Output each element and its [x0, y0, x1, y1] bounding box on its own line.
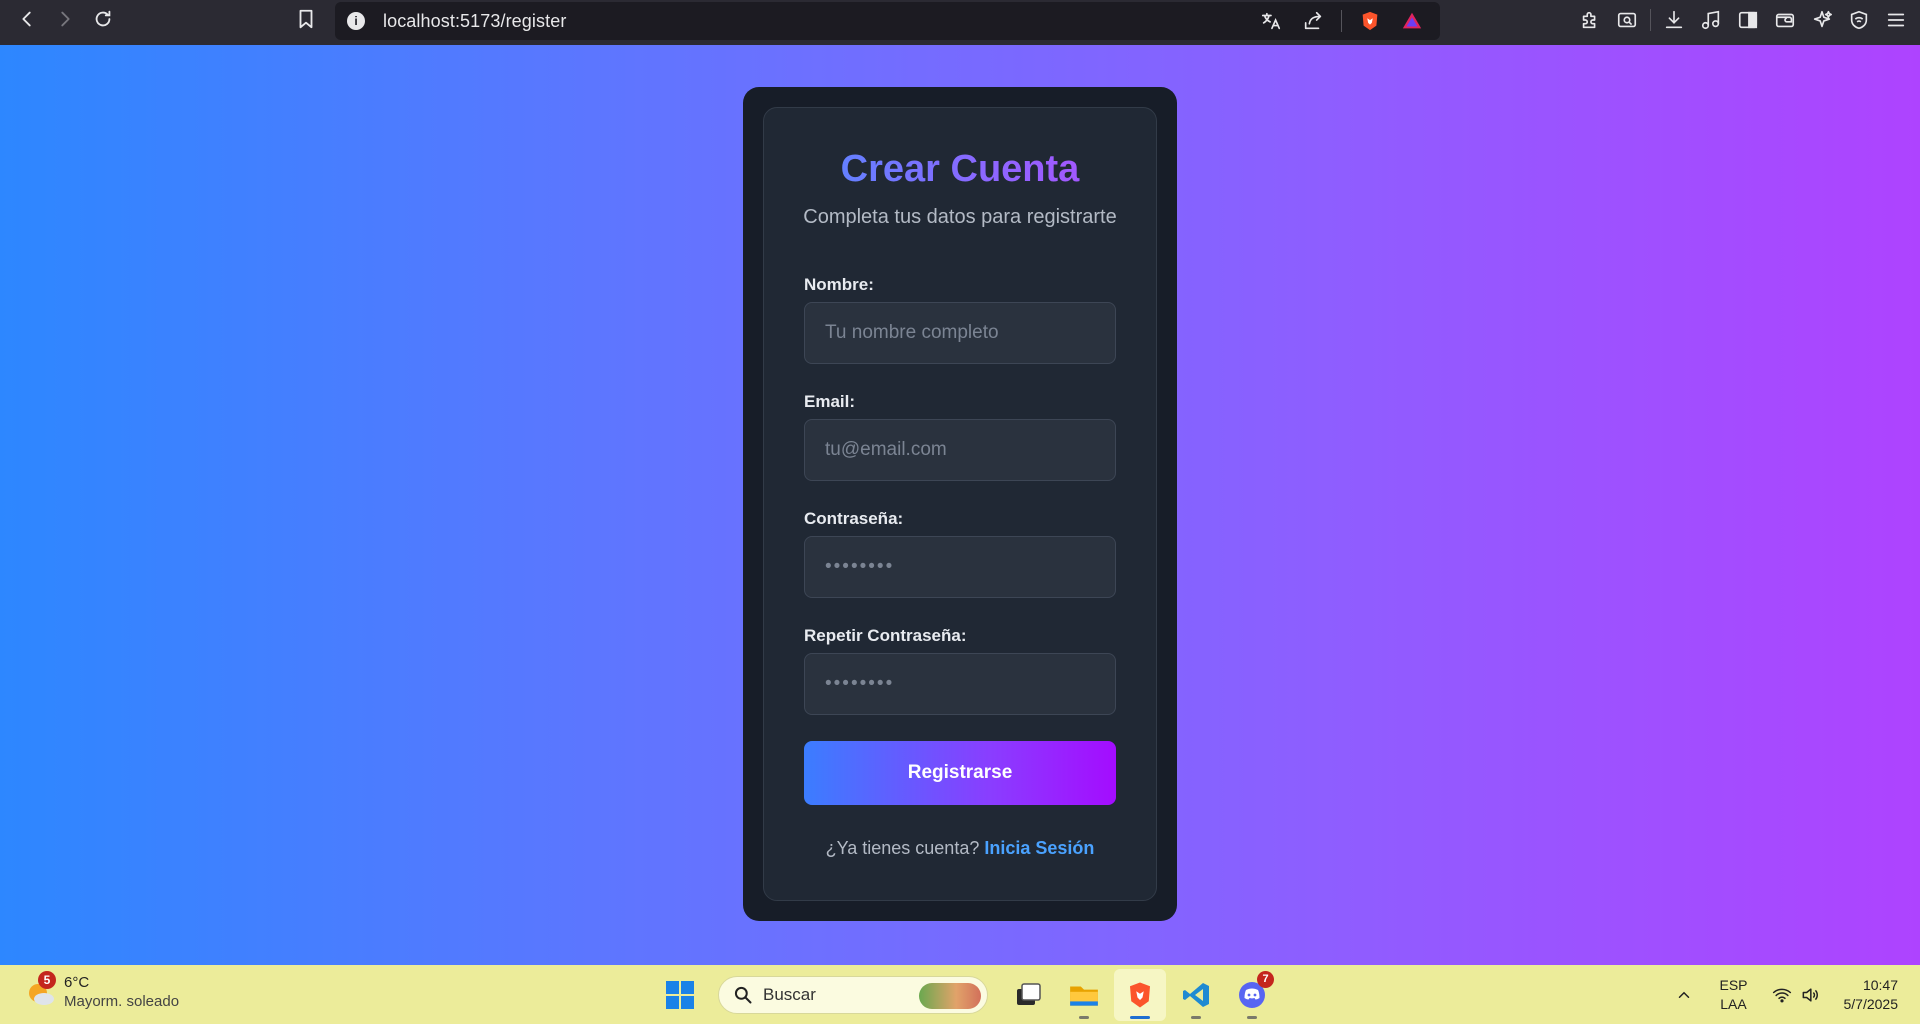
weather-widget[interactable]: 5 6°C Mayorm. soleado [24, 971, 179, 1011]
url-text[interactable]: localhost:5173/register [383, 11, 566, 32]
discord-button[interactable]: 7 [1226, 969, 1278, 1021]
brave-shields-icon [1362, 11, 1378, 31]
extensions-button[interactable] [1576, 6, 1604, 34]
info-icon[interactable]: i [347, 12, 365, 30]
translate-button[interactable] [1257, 7, 1285, 35]
password-label: Contraseña: [804, 509, 904, 528]
back-icon [22, 11, 31, 27]
name-input[interactable] [804, 302, 1116, 364]
system-tray: ESP LAA 10:47 5/7/2025 [1669, 965, 1920, 1024]
brave-browser-icon [1130, 982, 1150, 1007]
sidebar-button[interactable] [1734, 6, 1762, 34]
network-volume-button[interactable] [1772, 985, 1820, 1005]
clock[interactable]: 10:47 5/7/2025 [1844, 976, 1899, 1014]
active-indicator [1130, 1015, 1150, 1019]
bookmark-icon [299, 9, 313, 29]
page-background: Crear Cuenta Completa tus datos para reg… [0, 45, 1920, 965]
clock-date: 5/7/2025 [1843, 995, 1899, 1012]
media-icon [1701, 10, 1720, 30]
keyboard-layout: LAA [1720, 995, 1747, 1012]
vscode-icon [1183, 982, 1209, 1007]
bookmark-button[interactable] [287, 0, 325, 38]
running-indicator [1247, 1015, 1257, 1019]
download-icon [1665, 10, 1683, 29]
form-title: Crear Cuenta [764, 148, 1156, 191]
taskbar-center: Buscar 7 [660, 965, 1278, 1024]
forward-button[interactable] [46, 0, 84, 38]
search-icon [734, 986, 752, 1003]
language-indicator[interactable]: ESP LAA [1719, 976, 1747, 1014]
file-explorer-button[interactable] [1058, 969, 1110, 1021]
running-indicator [1191, 1015, 1201, 1019]
share-button[interactable] [1299, 7, 1327, 35]
share-icon [1304, 11, 1322, 30]
weather-badge: 5 [38, 971, 56, 989]
reload-icon [95, 10, 111, 27]
repeat-password-label: Repetir Contraseña: [804, 626, 967, 645]
show-hidden-icons-button[interactable] [1669, 980, 1699, 1010]
weather-icon: 5 [24, 971, 58, 1009]
email-label: Email: [804, 392, 856, 411]
login-prompt-text: ¿Ya tienes cuenta? [825, 838, 980, 858]
weather-text: 6°C Mayorm. soleado [64, 973, 179, 1011]
task-view-icon [1017, 982, 1041, 1005]
start-button[interactable] [660, 975, 700, 1015]
file-explorer-icon [1070, 985, 1098, 1006]
taskbar: 5 6°C Mayorm. soleado Buscar 7 ESP LAA 1… [0, 965, 1920, 1024]
weather-temp: 6°C [64, 974, 90, 991]
clock-time: 10:47 [1862, 976, 1898, 993]
leo-ai-icon [1813, 10, 1832, 28]
discord-badge: 7 [1257, 970, 1274, 988]
name-label: Nombre: [804, 275, 874, 294]
language-code: ESP [1719, 976, 1748, 993]
reload-button[interactable] [84, 0, 122, 38]
register-form: Crear Cuenta Completa tus datos para reg… [763, 107, 1157, 901]
divider [1341, 10, 1342, 32]
login-prompt: ¿Ya tienes cuenta? Inicia Sesión [764, 838, 1156, 859]
screenshot-button[interactable] [1613, 6, 1641, 34]
register-button[interactable]: Registrarse [804, 741, 1116, 805]
form-subtitle: Completa tus datos para registrarte [803, 206, 1117, 228]
password-input[interactable] [804, 536, 1116, 598]
windows-start-icon [666, 980, 694, 1009]
screenshot-icon [1617, 12, 1637, 28]
address-bar[interactable]: i localhost:5173/register [335, 2, 1440, 40]
browser-toolbar: i localhost:5173/register [0, 0, 1920, 45]
brave-browser-button[interactable] [1114, 968, 1166, 1021]
volume-icon [1802, 987, 1818, 1002]
leo-ai-button[interactable] [1808, 6, 1836, 34]
media-button[interactable] [1697, 6, 1725, 34]
back-button[interactable] [8, 0, 46, 38]
search-label: Buscar [763, 984, 816, 1004]
address-bar-actions [1257, 2, 1426, 40]
running-indicator [1079, 1015, 1089, 1019]
divider [1650, 9, 1651, 31]
task-view-button[interactable] [1002, 969, 1054, 1021]
brave-rewards-button[interactable] [1398, 7, 1426, 35]
email-input[interactable] [804, 419, 1116, 481]
menu-icon [1887, 13, 1905, 27]
chevron-up-icon [1679, 991, 1690, 998]
vpn-button[interactable] [1845, 6, 1873, 34]
repeat-password-input[interactable] [804, 653, 1116, 715]
wallet-button[interactable] [1771, 6, 1799, 34]
taskbar-search[interactable]: Buscar [718, 975, 988, 1014]
extensions-icon [1582, 11, 1596, 29]
brave-rewards-icon [1402, 12, 1422, 29]
vpn-icon [1850, 10, 1868, 30]
register-card: Crear Cuenta Completa tus datos para reg… [743, 87, 1177, 921]
wifi-icon [1772, 988, 1791, 1002]
wallet-icon [1775, 13, 1795, 28]
menu-button[interactable] [1882, 6, 1910, 34]
download-button[interactable] [1660, 6, 1688, 34]
translate-icon [1261, 12, 1281, 30]
weather-desc: Mayorm. soleado [64, 993, 180, 1010]
browser-toolbar-right [1576, 0, 1910, 40]
search-highlight-image [919, 982, 981, 1009]
forward-icon [61, 11, 70, 27]
brave-shields-button[interactable] [1356, 7, 1384, 35]
login-link[interactable]: Inicia Sesión [984, 838, 1094, 858]
sidebar-icon [1738, 11, 1758, 29]
vscode-button[interactable] [1170, 969, 1222, 1021]
